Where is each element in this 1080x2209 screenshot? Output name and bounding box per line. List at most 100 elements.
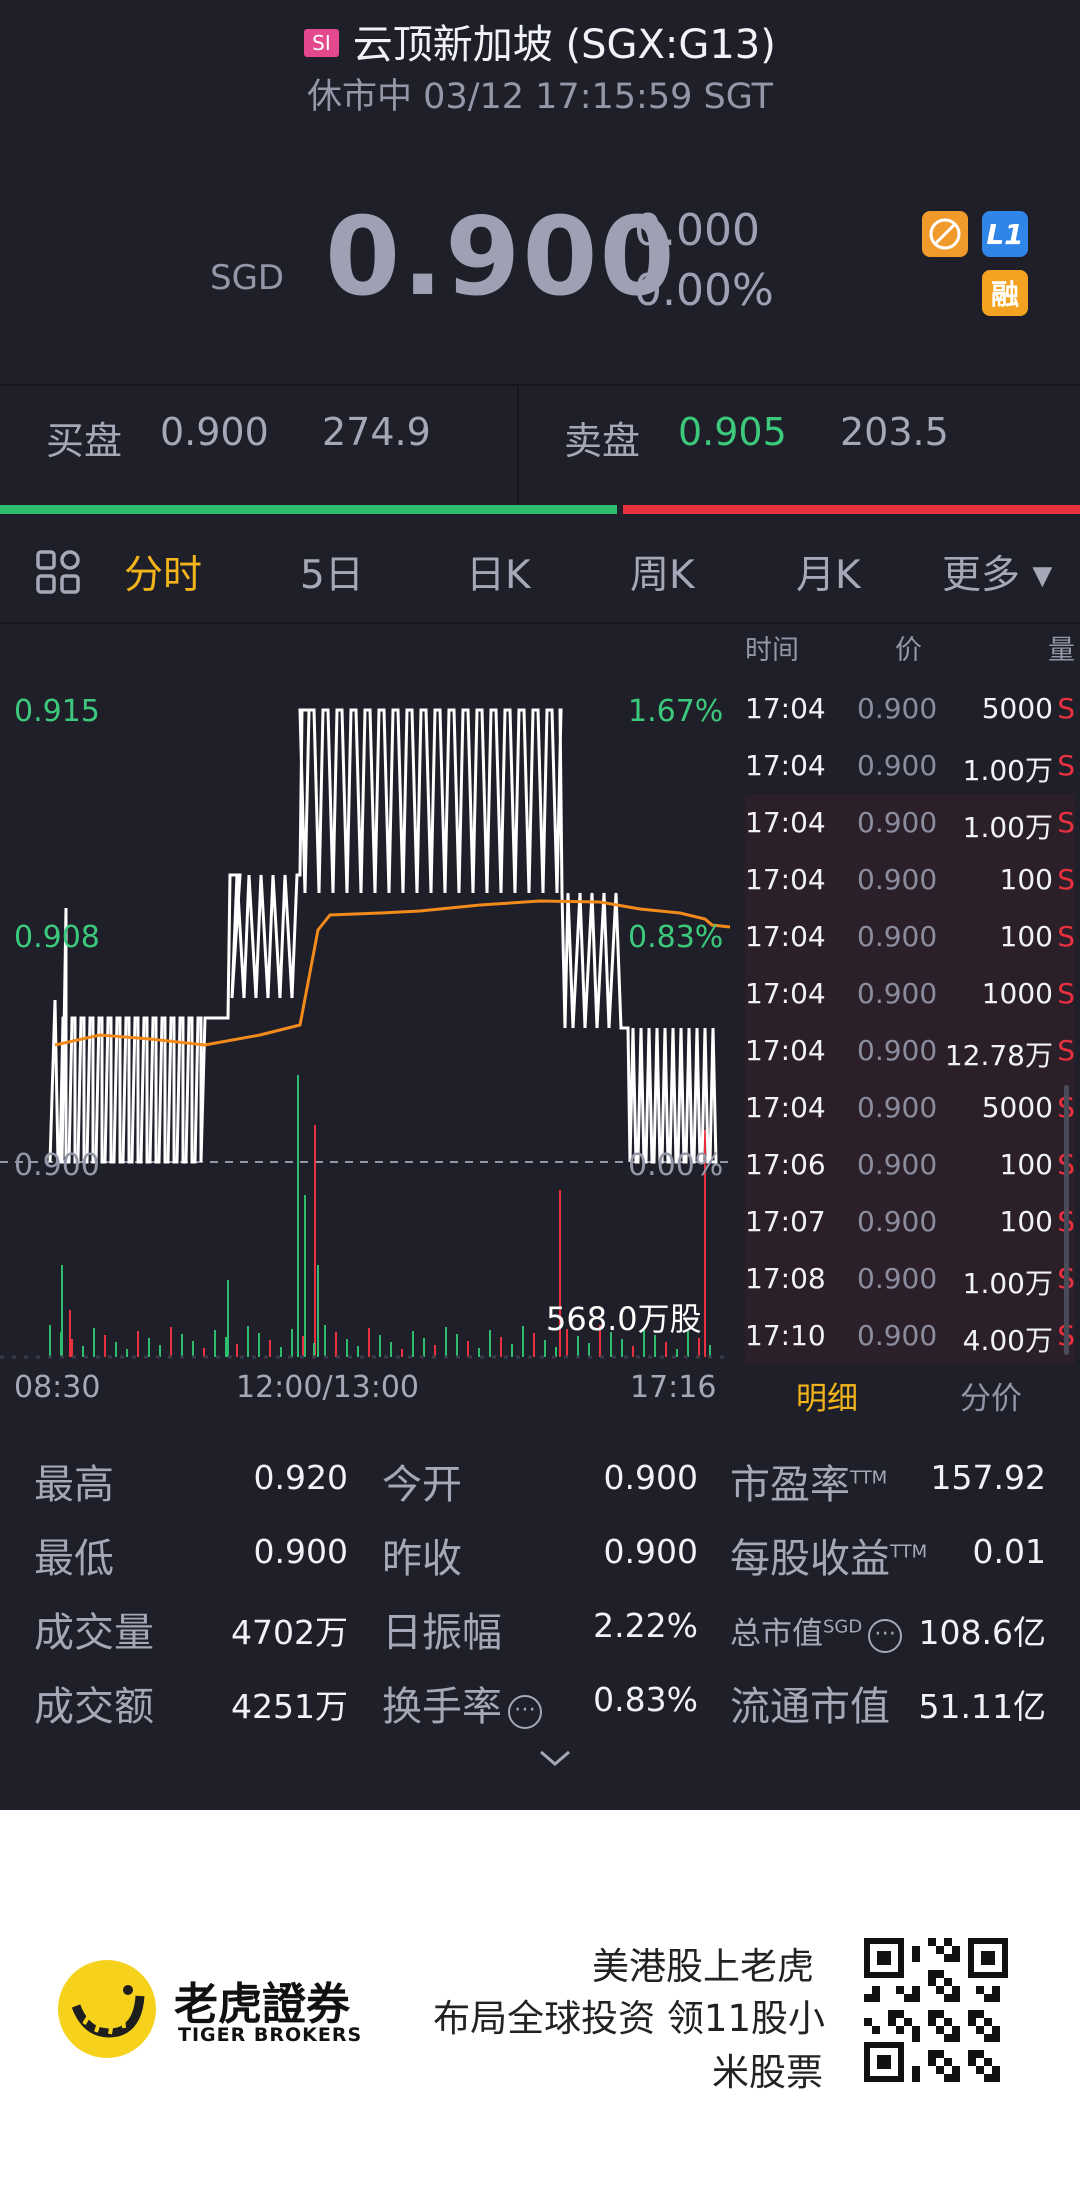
bid-label: 买盘 bbox=[46, 419, 123, 463]
tick-time: 17:04 bbox=[745, 1091, 826, 1124]
bid-price: 0.900 bbox=[160, 410, 269, 454]
y-pct-top: 1.67% bbox=[628, 694, 724, 729]
tick-side: S bbox=[1057, 692, 1075, 725]
x-label-close: 17:16 bbox=[630, 1370, 717, 1405]
tick-side: S bbox=[1057, 863, 1075, 896]
tick-price: 0.900 bbox=[857, 1205, 938, 1238]
tick-row: 17:04 0.900 5000S bbox=[745, 680, 1075, 737]
price-change: 0.000 bbox=[634, 205, 760, 256]
tick-volume: 1.00万 bbox=[962, 811, 1053, 844]
price-series-line bbox=[48, 708, 718, 1164]
stat-label-sup: TTM bbox=[850, 1467, 888, 1489]
stat-label: 成交量 bbox=[34, 1600, 154, 1658]
brand-name-en: TIGER BROKERS bbox=[178, 2024, 363, 2046]
volume-max-label: 568.0万股 bbox=[546, 1300, 702, 1338]
tick-time: 17:08 bbox=[745, 1262, 826, 1295]
tick-volume: 100 bbox=[999, 920, 1053, 953]
tab-trade-detail[interactable]: 明细 bbox=[796, 1373, 858, 1418]
stat-label-text: 流通市值 bbox=[730, 1684, 890, 1730]
x-label-open: 08:30 bbox=[14, 1370, 101, 1405]
y-pct-base: 0.00% bbox=[628, 1148, 724, 1183]
tick-price: 0.900 bbox=[857, 977, 938, 1010]
stat-label: 市盈率TTM bbox=[730, 1452, 887, 1510]
stat-label: 最低 bbox=[34, 1526, 114, 1584]
promo-line-2: 布局全球投资 领11股小 bbox=[433, 1997, 825, 2040]
no-short-icon[interactable] bbox=[922, 211, 968, 257]
bid-ratio-fill bbox=[0, 505, 617, 514]
ask-label: 卖盘 bbox=[564, 419, 641, 463]
chevron-down-icon: ▼ bbox=[1032, 561, 1053, 591]
tick-time: 17:04 bbox=[745, 692, 826, 725]
stat-label-text: 成交额 bbox=[34, 1684, 154, 1730]
ask-price: 0.905 bbox=[678, 410, 787, 454]
bid-size: 274.9 bbox=[322, 410, 431, 454]
stat-label-text: 今开 bbox=[382, 1462, 462, 1508]
tick-side: S bbox=[1057, 806, 1075, 839]
tick-price: 0.900 bbox=[857, 806, 938, 839]
tiger-logo-icon bbox=[58, 1960, 156, 2058]
stat-value: 51.11亿 bbox=[918, 1687, 1046, 1726]
tick-volume: 12.78万 bbox=[944, 1039, 1053, 1072]
ask-ratio-fill bbox=[622, 505, 1080, 514]
tick-price: 0.900 bbox=[857, 1148, 938, 1181]
tick-price: 0.900 bbox=[857, 692, 938, 725]
stat-label-text: 最高 bbox=[34, 1462, 114, 1508]
intraday-chart[interactable] bbox=[0, 625, 740, 1365]
tick-row: 17:04 0.900 1.00万 S bbox=[745, 794, 1075, 851]
tab-5day[interactable]: 5日 bbox=[300, 544, 364, 600]
stat-value: 157.92 bbox=[930, 1458, 1046, 1497]
stat-value: 0.920 bbox=[253, 1458, 348, 1497]
stat-label: 昨收 bbox=[382, 1526, 462, 1584]
stat-label-text: 昨收 bbox=[382, 1536, 462, 1582]
tick-row: 17:080.9001.00万S bbox=[745, 1250, 1075, 1307]
bid-ask-ratio-bar bbox=[0, 505, 1080, 514]
tick-time: 17:06 bbox=[745, 1148, 826, 1181]
y-label-mid: 0.908 bbox=[14, 920, 100, 955]
promo-line-1: 美港股上老虎 bbox=[592, 1945, 814, 1988]
tick-time: 17:07 bbox=[745, 1205, 826, 1238]
tick-price: 0.900 bbox=[857, 1034, 938, 1067]
promo-line-3: 米股票 bbox=[712, 2051, 823, 2094]
ticks-header-volume: 量 bbox=[1048, 635, 1075, 666]
tick-row: 17:060.900100S bbox=[745, 1136, 1075, 1193]
tick-volume: 100 bbox=[999, 1205, 1053, 1238]
margin-badge[interactable]: 融 bbox=[982, 270, 1028, 316]
x-label-midday: 12:00/13:00 bbox=[236, 1370, 420, 1405]
tab-daily-k[interactable]: 日K bbox=[466, 544, 531, 600]
tab-intraday[interactable]: 分时 bbox=[124, 544, 202, 600]
tick-row: 17:04 0.900 12.78万 S bbox=[745, 1022, 1075, 1079]
stat-label-text: 成交量 bbox=[34, 1610, 154, 1656]
tick-row: 17:040.9005000S bbox=[745, 1079, 1075, 1136]
tab-more[interactable]: 更多 ▼ bbox=[942, 544, 1052, 600]
tab-price-distribution[interactable]: 分价 bbox=[960, 1373, 1022, 1418]
stat-label: 流通市值 bbox=[730, 1674, 890, 1732]
tick-row: 17:04 0.900 1000 S bbox=[745, 965, 1075, 1022]
stat-value: 0.01 bbox=[972, 1532, 1046, 1571]
tick-volume: 1.00万 bbox=[962, 1267, 1053, 1300]
info-icon[interactable]: ⋯ bbox=[508, 1695, 542, 1729]
level1-badge[interactable]: L1 bbox=[982, 211, 1028, 257]
tick-time: 17:04 bbox=[745, 920, 826, 953]
tick-volume: 4.00万 bbox=[962, 1324, 1053, 1357]
tick-list-scrollbar[interactable] bbox=[1064, 1085, 1069, 1355]
market-status: 休市中 03/12 17:15:59 SGT bbox=[307, 77, 773, 117]
divider bbox=[0, 384, 1080, 386]
tick-volume: 1000 bbox=[981, 977, 1053, 1010]
stat-label: 成交额 bbox=[34, 1674, 154, 1732]
grid-menu-icon[interactable] bbox=[34, 548, 82, 600]
stat-value: 0.900 bbox=[253, 1532, 348, 1571]
chevron-down-icon[interactable] bbox=[538, 1748, 572, 1772]
tab-weekly-k[interactable]: 周K bbox=[630, 544, 695, 600]
tick-time: 17:04 bbox=[745, 1034, 826, 1067]
stat-label-text: 换手率 bbox=[382, 1684, 502, 1730]
y-label-base: 0.900 bbox=[14, 1148, 100, 1183]
stat-label-sup: SGD bbox=[823, 1616, 863, 1638]
currency-label: SGD bbox=[210, 258, 285, 298]
tab-monthly-k[interactable]: 月K bbox=[796, 544, 861, 600]
tick-volume: 5000 bbox=[981, 692, 1053, 725]
stat-label-text: 每股收益 bbox=[730, 1536, 890, 1582]
tick-side: S bbox=[1057, 920, 1075, 953]
ask-size: 203.5 bbox=[840, 410, 949, 454]
tick-row: 17:100.9004.00万S bbox=[745, 1307, 1075, 1364]
stat-value: 0.83% bbox=[593, 1680, 698, 1719]
